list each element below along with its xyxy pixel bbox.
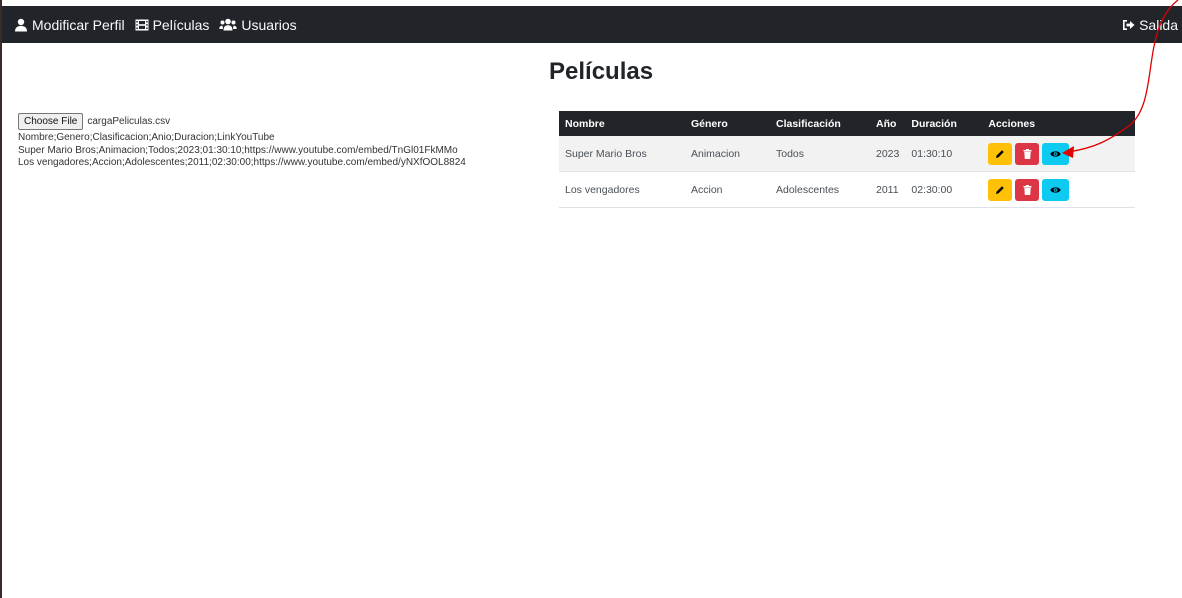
csv-line: Los vengadores;Accion;Adolescentes;2011;… xyxy=(18,157,466,168)
trash-icon xyxy=(1023,184,1032,195)
table-row: Los vengadores Accion Adolescentes 2011 … xyxy=(559,171,1135,208)
cell-nombre: Super Mario Bros xyxy=(559,136,685,172)
table-header: Nombre Género Clasificación Año Duración… xyxy=(559,111,1135,136)
cell-duracion: 01:30:10 xyxy=(905,136,983,172)
selected-file-name: cargaPeliculas.csv xyxy=(87,116,171,127)
window-left-border xyxy=(0,0,2,598)
users-icon xyxy=(219,18,238,31)
annotation-arrow xyxy=(1062,0,1179,158)
view-button[interactable] xyxy=(1042,178,1070,201)
nav-exit-container: Salida xyxy=(1122,17,1178,33)
nav-usuarios[interactable]: Usuarios xyxy=(219,16,297,33)
delete-button[interactable] xyxy=(1015,178,1040,201)
eye-icon xyxy=(1050,150,1062,157)
col-header-nombre: Nombre xyxy=(559,111,685,136)
col-header-duracion: Duración xyxy=(905,111,983,136)
sign-out-icon xyxy=(1123,19,1135,30)
page-title: Películas xyxy=(549,58,654,85)
file-input[interactable]: Choose File cargaPeliculas.csv xyxy=(18,113,466,130)
cell-clasificacion: Todos xyxy=(770,136,870,172)
cell-genero: Animacion xyxy=(685,136,770,172)
navbar: Modificar Perfil Películas Usuarios Sali… xyxy=(2,6,1182,43)
cell-nombre: Los vengadores xyxy=(559,171,685,208)
csv-line: Super Mario Bros;Animacion;Todos;2023;01… xyxy=(18,144,458,156)
pencil-icon xyxy=(996,185,1005,194)
nav-usuarios-label: Usuarios xyxy=(241,16,297,33)
cell-anio: 2023 xyxy=(870,136,906,172)
csv-upload-panel: Choose File cargaPeliculas.csv Nombre;Ge… xyxy=(18,113,466,170)
cell-genero: Accion xyxy=(685,171,770,208)
trash-icon xyxy=(1023,148,1032,159)
movies-table: Nombre Género Clasificación Año Duración… xyxy=(559,111,1135,208)
cell-anio: 2011 xyxy=(870,171,906,208)
cell-duracion: 02:30:00 xyxy=(905,171,983,208)
user-icon xyxy=(15,18,27,31)
pencil-icon xyxy=(996,149,1005,158)
csv-line: Nombre;Genero;Clasificacion;Anio;Duracio… xyxy=(18,132,275,143)
edit-button[interactable] xyxy=(988,142,1013,165)
cell-clasificacion: Adolescentes xyxy=(770,171,870,208)
film-icon xyxy=(135,19,149,30)
col-header-clasificacion: Clasificación xyxy=(770,111,870,136)
delete-button[interactable] xyxy=(1015,142,1040,165)
nav-modificar-perfil-label: Modificar Perfil xyxy=(32,16,125,33)
nav-peliculas-label: Películas xyxy=(152,16,210,33)
nav-salida-label: Salida xyxy=(1139,16,1178,33)
table-row: Super Mario Bros Animacion Todos 2023 01… xyxy=(559,136,1135,172)
cell-acciones xyxy=(982,136,1135,172)
col-header-anio: Año xyxy=(870,111,906,136)
eye-icon xyxy=(1050,186,1062,193)
nav-modificar-perfil[interactable]: Modificar Perfil xyxy=(14,17,125,33)
nav-peliculas[interactable]: Películas xyxy=(135,16,210,33)
view-button[interactable] xyxy=(1042,142,1070,165)
cell-acciones xyxy=(982,171,1135,208)
col-header-genero: Género xyxy=(685,111,770,136)
nav-salida[interactable]: Salida xyxy=(1122,17,1178,33)
edit-button[interactable] xyxy=(988,178,1013,201)
col-header-acciones: Acciones xyxy=(982,111,1135,136)
choose-file-button[interactable]: Choose File xyxy=(18,113,84,130)
nav-links: Modificar Perfil Películas Usuarios xyxy=(14,17,307,33)
